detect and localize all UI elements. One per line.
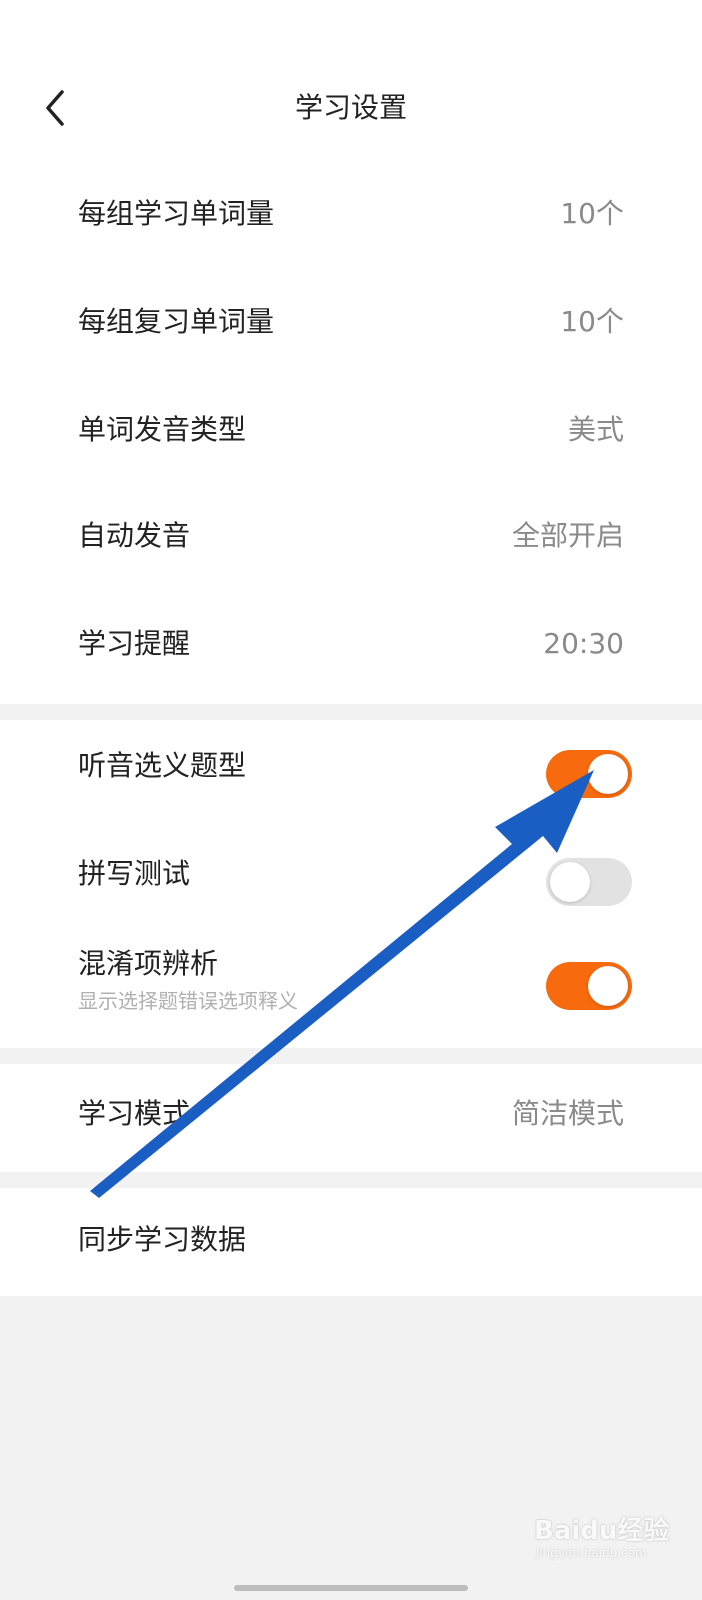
setting-row-learning-mode[interactable]: 学习模式 简洁模式 (0, 1064, 702, 1172)
setting-label: 听音选义题型 (78, 749, 247, 782)
setting-row-confusion-analysis: 混淆项辨析 显示选择题错误选项释义 (0, 936, 702, 1048)
setting-label: 单词发音类型 (78, 413, 247, 446)
watermark-logo: Baidu经验 jingyan.baidu.com (528, 1498, 698, 1568)
setting-label: 每组复习单词量 (78, 305, 275, 338)
toggle-knob (550, 862, 590, 902)
page-title: 学习设置 (294, 91, 407, 124)
setting-value: 10个 (560, 305, 624, 338)
setting-label: 混淆项辨析 (78, 947, 219, 980)
toggle-knob (588, 966, 628, 1006)
setting-label: 每组学习单词量 (78, 197, 275, 230)
listen-choose-toggle[interactable] (546, 750, 632, 798)
watermark-brand: Baidu经验 (534, 1516, 670, 1546)
setting-label: 拼写测试 (78, 857, 191, 890)
setting-label: 同步学习数据 (78, 1223, 247, 1256)
setting-value: 简洁模式 (511, 1097, 624, 1130)
setting-label: 自动发音 (78, 519, 191, 552)
setting-value: 10个 (560, 197, 624, 230)
setting-value: 全部开启 (511, 519, 624, 552)
setting-row-daily-learn[interactable]: 每组学习单词量 10个 (0, 160, 702, 268)
setting-value: 美式 (567, 413, 624, 446)
setting-label: 学习模式 (78, 1097, 191, 1130)
home-indicator[interactable] (234, 1585, 468, 1591)
settings-card-question-types: 听音选义题型 拼写测试 混淆项辨析 显示选择题错误选项释义 (0, 720, 702, 1048)
setting-sublabel: 显示选择题错误选项释义 (78, 989, 298, 1013)
confusion-analysis-toggle[interactable] (546, 962, 632, 1010)
setting-row-reminder[interactable]: 学习提醒 20:30 (0, 590, 702, 698)
settings-card-sync: 同步学习数据 (0, 1188, 702, 1296)
toggle-knob (588, 754, 628, 794)
header-bar: 学习设置 (0, 60, 702, 160)
watermark-url: jingyan.baidu.com (536, 1546, 647, 1560)
setting-row-daily-review[interactable]: 每组复习单词量 10个 (0, 268, 702, 376)
setting-label: 学习提醒 (78, 627, 191, 660)
settings-card-mode: 学习模式 简洁模式 (0, 1064, 702, 1172)
setting-row-listen-choose: 听音选义题型 (0, 720, 702, 828)
setting-row-pronunciation-type[interactable]: 单词发音类型 美式 (0, 376, 702, 484)
setting-value: 20:30 (543, 627, 624, 660)
setting-row-sync-data[interactable]: 同步学习数据 (0, 1188, 702, 1296)
setting-row-spelling-test: 拼写测试 (0, 828, 702, 936)
spelling-test-toggle[interactable] (546, 858, 632, 906)
setting-row-auto-pronounce[interactable]: 自动发音 全部开启 (0, 482, 702, 590)
